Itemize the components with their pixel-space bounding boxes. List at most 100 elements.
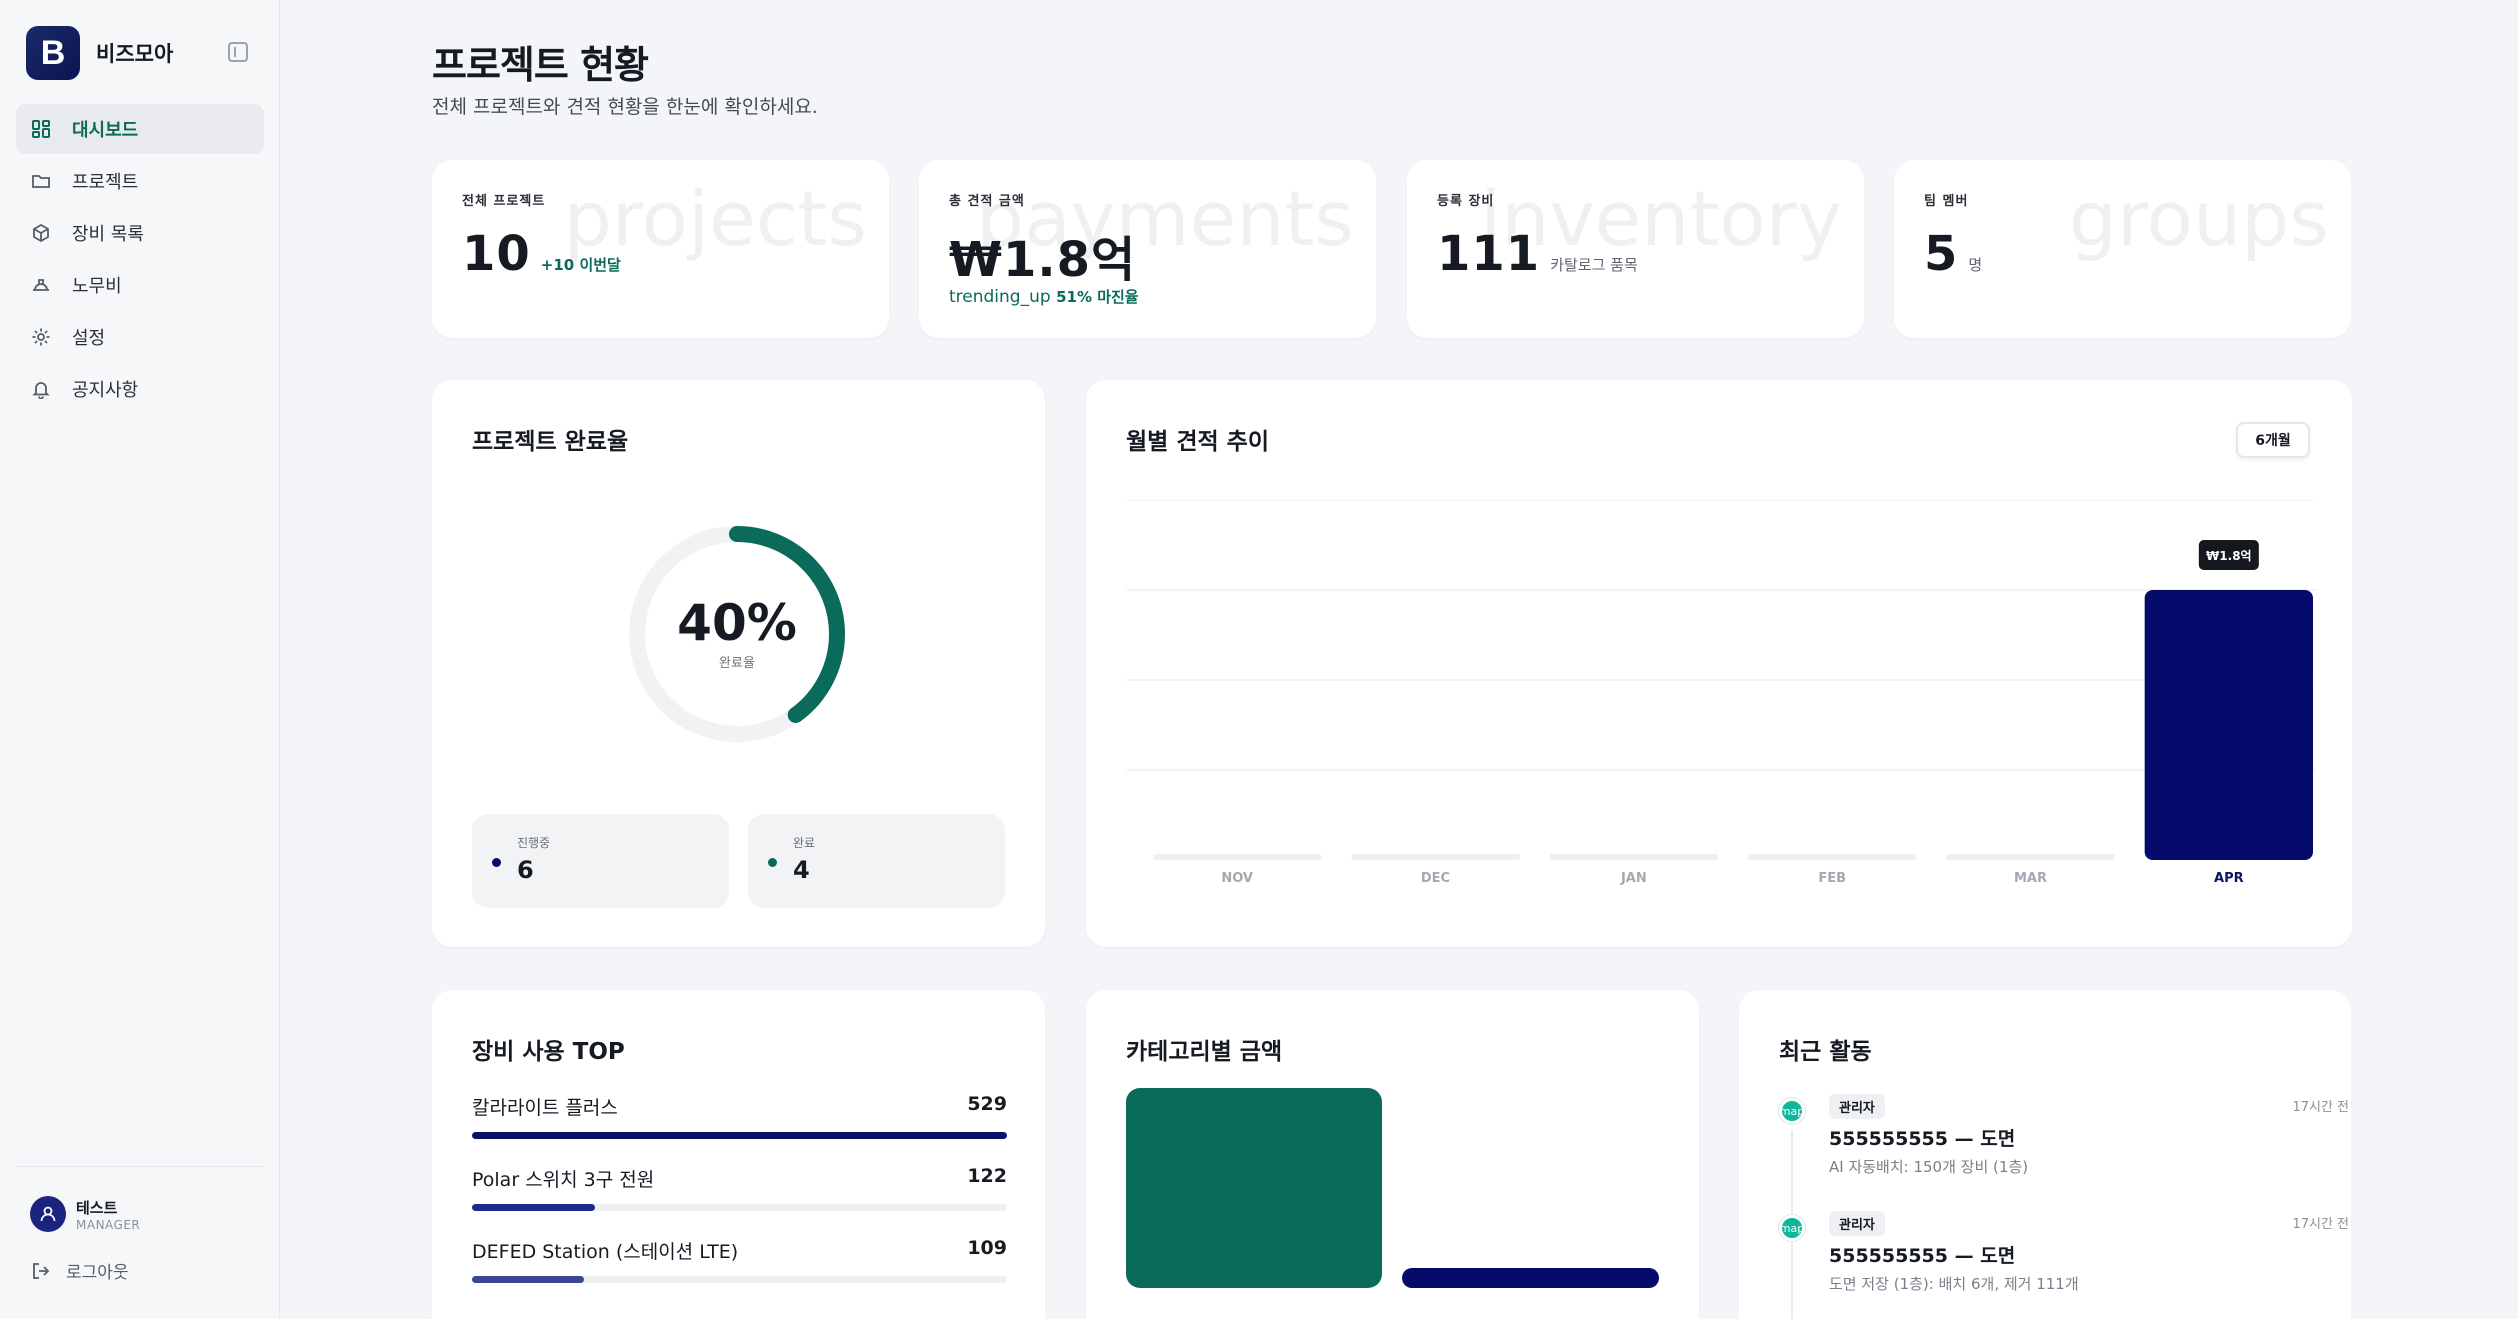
sidebar-item-settings[interactable]: 설정 [16,312,264,362]
recent-activity-card: 최근 활동 map 관리자 17시간 전 555555555 — 도면 AI 자… [1739,990,2351,1319]
card-title: 장비 사용 TOP [472,1039,625,1065]
sidebar-item-label: 공지사항 [72,380,139,401]
activity-time: 17시간 전 [2292,1100,2349,1115]
bar-dec [1351,854,1520,860]
x-tick-label: FEB [1818,871,1846,886]
x-tick-label: JAN [1620,871,1647,886]
stat-card-groups[interactable]: groups 팀 멤버 5명 [1894,160,2351,338]
brand-name: 비즈모아 [96,42,174,66]
equipment-bar-fill [472,1204,596,1211]
x-tick-label: DEC [1421,871,1450,886]
bar-feb [1748,854,1917,860]
category-bar[interactable] [1402,1268,1659,1288]
activity-desc: 도면 저장 (1층): 배치 6개, 제거 111개 [1829,1275,2079,1293]
equipment-bar-fill [472,1132,1007,1139]
stat-label: 전체 프로젝트 [462,194,546,209]
map-icon: map [1779,1215,1805,1241]
completion-percent: 40% [677,594,797,652]
category-bar[interactable] [1126,1088,1382,1288]
user-icon [40,1206,56,1222]
stat-sub: 카탈로그 품목 [1550,256,1638,274]
category-card: 카테고리별 금액 [1086,990,1699,1319]
bar-tooltip-label: ₩1.8억 [2206,549,2252,563]
done-value: 4 [793,856,810,884]
stat-sub: +10 이번달 [540,256,621,274]
sidebar-item-dashboard[interactable]: 대시보드 [16,104,264,154]
equipment-name: Polar 스위치 3구 전원 [472,1169,655,1191]
sidebar-item-equipment[interactable]: 장비 목록 [16,208,264,258]
in-progress-box: 진행중 6 [472,814,729,908]
stat-card-projects[interactable]: projects 전체 프로젝트 10 +10 이번달 [432,160,889,338]
stat-value: ₩1.8억 [949,220,1136,290]
folder-icon [30,170,52,192]
bell-icon [30,378,52,400]
equipment-bar [472,1276,1007,1283]
sidebar-item-labor[interactable]: 노무비 [16,260,264,310]
stat-card-payments[interactable]: payments 총 견적 금액 ₩1.8억 trending_up 51% 마… [919,160,1376,338]
in-progress-dot [492,858,501,867]
sidebar-item-label: 노무비 [72,276,122,297]
sidebar-item-label: 대시보드 [72,120,139,141]
in-progress-value: 6 [517,856,534,884]
done-dot [768,858,777,867]
equipment-item[interactable]: DEFED Station (스테이션 LTE) 109 [472,1237,1007,1283]
stat-number: ₩1.8억 [949,232,1137,288]
logout-icon [30,1260,52,1282]
stat-label: 팀 멤버 [1924,194,1969,209]
brand[interactable]: B 비즈모아 [26,26,173,80]
done-box: 완료 4 [748,814,1005,908]
equipment-count: 529 [967,1093,1007,1115]
sidebar-item-projects[interactable]: 프로젝트 [16,156,264,206]
equipment-count: 109 [967,1237,1007,1259]
avatar [30,1196,66,1232]
user-name: 테스트 [76,1198,118,1217]
stat-number: 5 [1924,226,1959,282]
role-badge: 관리자 [1829,1094,1885,1119]
equipment-top-card: 장비 사용 TOP 칼라라이트 플러스 529 Polar 스위치 3구 전원 12… [432,990,1045,1319]
card-title: 카테고리별 금액 [1126,1039,1283,1065]
trending-up-icon: trending_up [949,287,1051,307]
sidebar-collapse-icon[interactable] [228,42,248,62]
equipment-item[interactable]: Polar 스위치 3구 전원 122 [472,1165,1007,1211]
user-profile[interactable]: 테스트 MANAGER [30,1196,140,1232]
card-title: 프로젝트 완료율 [472,429,629,455]
equipment-name: 칼라라이트 플러스 [472,1097,618,1119]
gear-icon [30,326,52,348]
completion-card: 프로젝트 완료율 40% 완료율 진행중 6 완료 4 [432,380,1045,947]
equipment-item[interactable]: 칼라라이트 플러스 529 [472,1093,1007,1139]
bar-apr [2144,590,2313,860]
activity-item[interactable]: map 관리자 17시간 전 555555555 — 도면 AI 자동배치: 1… [1779,1094,2349,1184]
sidebar-divider [16,1166,264,1167]
page-subtitle: 전체 프로젝트와 견적 현황을 한눈에 확인하세요. [432,96,818,118]
user-role: MANAGER [76,1217,141,1232]
activity-title: 555555555 — 도면 [1829,1245,2016,1267]
monthly-chart-card: 월별 견적 추이 6개월 NOV DEC JAN FEB MAR APR ₩1.8억 [1086,380,2352,947]
equipment-name: DEFED Station (스테이션 LTE) [472,1241,739,1263]
page-title: 프로젝트 현황 [432,43,649,87]
stat-card-inventory[interactable]: inventory 등록 장비 111 카탈로그 품목 [1407,160,1864,338]
stat-sub: 명 [1968,256,1983,274]
card-title: 월별 견적 추이 [1126,429,1269,455]
equipment-bar [472,1132,1007,1139]
activity-desc: AI 자동배치: 150개 장비 (1층) [1829,1158,2029,1176]
equipment-bar-fill [472,1276,585,1283]
sidebar-item-label: 장비 목록 [72,224,144,245]
logout-button[interactable]: 로그아웃 [30,1258,129,1283]
period-select-button[interactable]: 6개월 [2236,422,2310,458]
sidebar-nav: 대시보드 프로젝트 장비 목록 노무비 설정 공지사항 [16,104,264,416]
stat-number: 10 [462,226,531,282]
map-icon: map [1779,1098,1805,1124]
done-label: 완료 [793,836,816,850]
stat-bg-word: groups [2068,174,2329,263]
brand-logo: B [26,26,80,80]
in-progress-label: 진행중 [517,836,551,850]
monthly-bar-chart: NOV DEC JAN FEB MAR APR ₩1.8억 [1126,500,2316,886]
role-badge: 관리자 [1829,1211,1885,1236]
sidebar-item-notices[interactable]: 공지사항 [16,364,264,414]
stat-number: 111 [1437,226,1541,282]
card-title: 최근 활동 [1779,1039,1872,1065]
dashboard-icon [30,118,52,140]
activity-item[interactable]: map 관리자 17시간 전 555555555 — 도면 도면 저장 (1층)… [1779,1211,2349,1301]
hardhat-icon [30,274,52,296]
bar-nov [1153,854,1322,860]
